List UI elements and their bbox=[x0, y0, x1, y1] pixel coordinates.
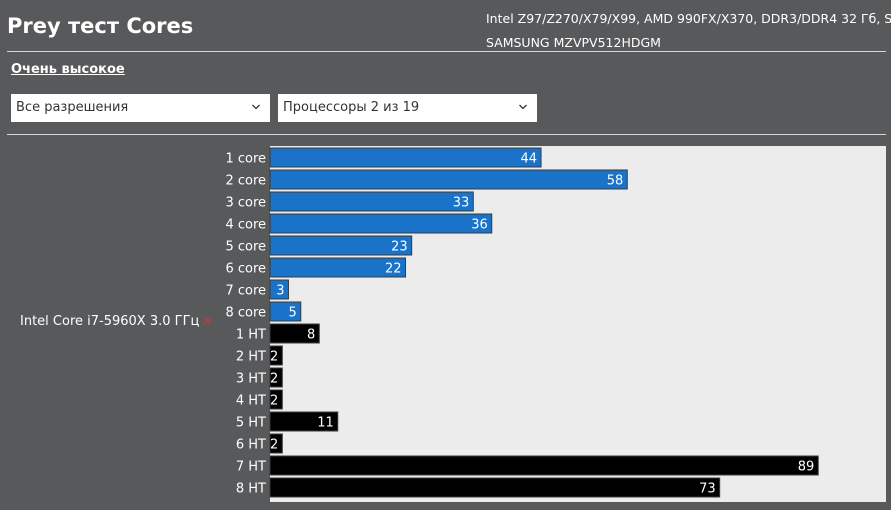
category-label: 7 HT bbox=[236, 460, 266, 475]
bar-value-label: 2 bbox=[270, 394, 278, 409]
bar-core[interactable] bbox=[269, 191, 474, 212]
bar-ht[interactable] bbox=[269, 455, 819, 476]
bar-value-label: 8 bbox=[307, 328, 315, 343]
category-label: 5 core bbox=[225, 240, 266, 255]
bar-value-label: 3 bbox=[276, 284, 284, 299]
bar-core[interactable] bbox=[269, 147, 542, 168]
category-label: 6 HT bbox=[236, 438, 266, 453]
bar-value-label: 22 bbox=[385, 262, 402, 277]
bar-value-label: 11 bbox=[317, 416, 334, 431]
category-label: 6 core bbox=[225, 262, 266, 277]
bar-value-label: 2 bbox=[270, 438, 278, 453]
category-label: 1 core bbox=[225, 152, 266, 167]
bar-core[interactable] bbox=[269, 169, 628, 190]
category-label: 4 core bbox=[225, 218, 266, 233]
bar-value-label: 89 bbox=[798, 460, 815, 475]
category-label: 2 core bbox=[225, 174, 266, 189]
category-label: 3 core bbox=[225, 196, 266, 211]
bar-value-label: 44 bbox=[520, 152, 537, 167]
bar-value-label: 2 bbox=[270, 372, 278, 387]
bar-ht[interactable] bbox=[269, 477, 721, 498]
bar-value-label: 36 bbox=[471, 218, 488, 233]
bar-value-label: 2 bbox=[270, 350, 278, 365]
bar-value-label: 5 bbox=[289, 306, 297, 321]
category-label: 8 HT bbox=[236, 482, 266, 497]
category-label: 1 HT bbox=[236, 328, 266, 343]
category-label: 7 core bbox=[225, 284, 266, 299]
category-label: 8 core bbox=[225, 306, 266, 321]
bar-value-label: 33 bbox=[453, 196, 470, 211]
category-label: 3 HT bbox=[236, 372, 266, 387]
bar-value-label: 73 bbox=[699, 482, 716, 497]
category-label: 5 HT bbox=[236, 416, 266, 431]
category-label: 4 HT bbox=[236, 394, 266, 409]
category-label: 2 HT bbox=[236, 350, 266, 365]
bar-value-label: 58 bbox=[607, 174, 624, 189]
bar-value-label: 23 bbox=[391, 240, 408, 255]
bar-chart: 1 core 442 core 583 core 334 core 365 core 23… bbox=[225, 147, 819, 498]
bar-core[interactable] bbox=[269, 213, 493, 234]
